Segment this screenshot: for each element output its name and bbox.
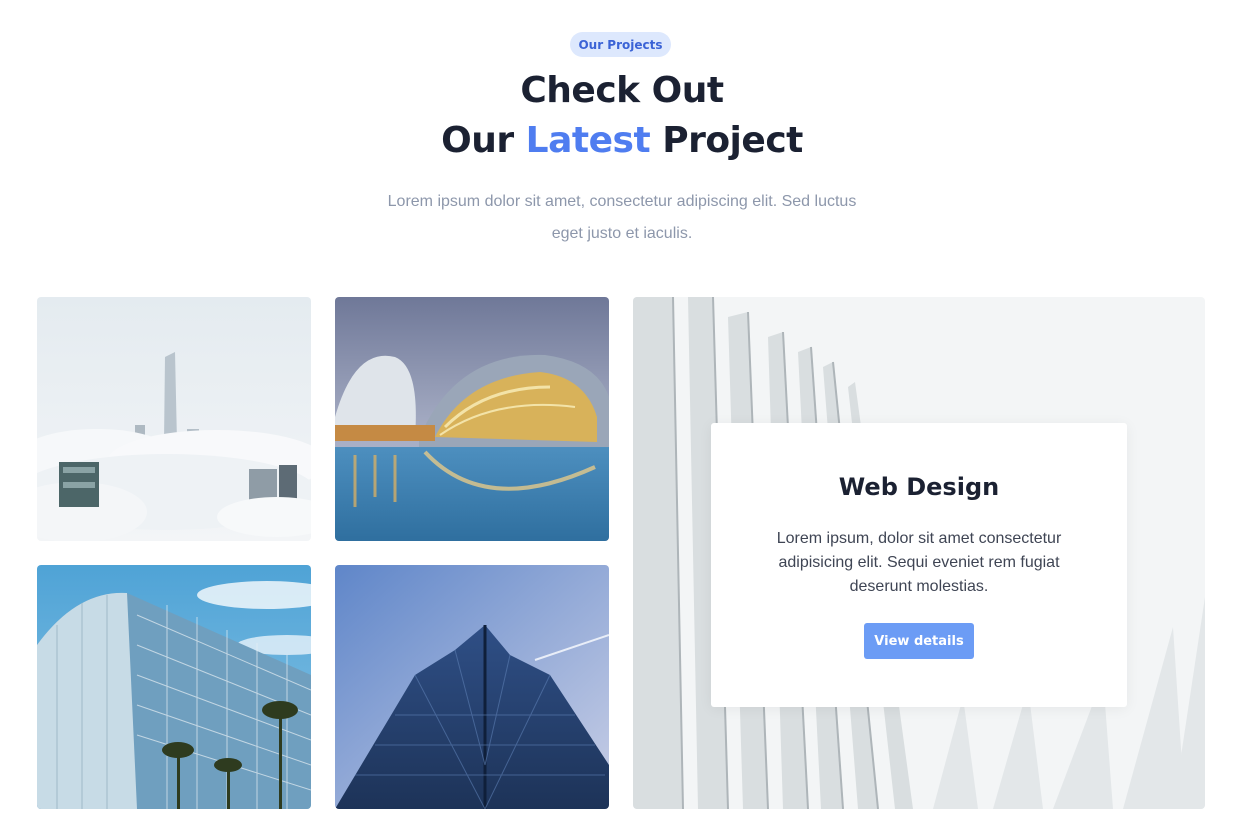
clouds-city-illustration bbox=[37, 297, 311, 541]
architecture-reflection-illustration bbox=[335, 297, 609, 541]
section-title-line2: Our Latest Project bbox=[0, 120, 1244, 161]
section-subtitle: Lorem ipsum dolor sit amet, consectetur … bbox=[387, 193, 857, 242]
project-image-clouds-city[interactable] bbox=[37, 297, 311, 541]
title-part-before: Our bbox=[441, 120, 526, 161]
glass-building-illustration bbox=[37, 565, 311, 809]
card-title: Web Design bbox=[838, 473, 1000, 501]
skyscraper-illustration bbox=[335, 565, 609, 809]
project-image-futuristic-architecture[interactable] bbox=[335, 297, 609, 541]
section-badge: Our Projects bbox=[570, 32, 671, 57]
view-details-button[interactable]: View details bbox=[864, 623, 974, 659]
project-image-skyscraper[interactable] bbox=[335, 565, 609, 809]
title-part-after: Project bbox=[650, 120, 803, 161]
project-image-glass-building[interactable] bbox=[37, 565, 311, 809]
featured-project-card: Web Design Lorem ipsum, dolor sit amet c… bbox=[711, 423, 1127, 707]
section-title-line1: Check Out bbox=[520, 70, 724, 111]
title-accent-word: Latest bbox=[525, 120, 651, 161]
card-description: Lorem ipsum, dolor sit amet consectetur … bbox=[776, 530, 1062, 595]
